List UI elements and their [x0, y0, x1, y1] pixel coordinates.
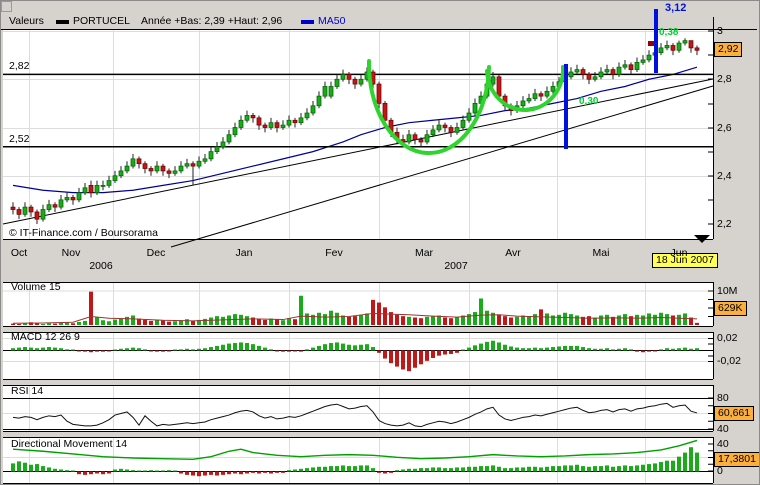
year-range-text: Année +Bas: 2,39 +Haut: 2,96: [141, 15, 283, 27]
measured-move-label-2: 0,30: [579, 96, 599, 107]
chart-canvas[interactable]: [1, 1, 759, 484]
last-price-marker: [648, 41, 654, 46]
volume-axis-label: 10M: [717, 285, 738, 297]
support-level-label: 2,52: [9, 133, 30, 145]
series-name: PORTUCEL: [73, 15, 130, 27]
dm-axis-label: 0: [717, 465, 723, 477]
ma50-label: MA50: [318, 15, 346, 27]
resistance-level-label: 2,82: [9, 60, 30, 72]
ma50-swatch-icon: [301, 20, 314, 24]
macd-axis-label: 0,02: [717, 332, 738, 344]
volume-badge: 629K: [714, 301, 747, 316]
y-axis-price-label: 2,4: [717, 170, 732, 182]
target-price-label: 3,12: [665, 2, 687, 14]
x-axis-month-label: Oct: [10, 247, 28, 259]
x-axis-month-label: Mai: [592, 247, 610, 259]
y-axis-price-label: 2,2: [717, 218, 732, 230]
x-axis-month-label: Mar: [414, 247, 434, 259]
rsi-panel-title: RSI 14: [11, 385, 44, 397]
x-axis-month-label: Fev: [325, 247, 343, 259]
price-series-swatch-icon: [56, 20, 69, 24]
volume-panel-title: Volume 15: [11, 281, 61, 293]
x-axis-month-label: Jan: [235, 247, 253, 259]
x-axis-year-label: 2006: [89, 260, 113, 272]
x-axis-month-label: Nov: [61, 247, 81, 259]
y-axis-price-label: 2,8: [717, 73, 732, 85]
stock-chart-widget: Valeurs PORTUCEL Année +Bas: 2,39 +Haut:…: [0, 0, 760, 485]
dm-axis-label: 40: [717, 438, 729, 450]
rsi-badge: 60,661: [714, 406, 755, 421]
rsi-axis-label: 80: [717, 392, 729, 404]
macd-axis-label: -0,02: [717, 355, 741, 367]
macd-panel-title: MACD 12 26 9: [11, 331, 80, 343]
dm-panel-title: Directional Movement 14: [11, 438, 128, 450]
copyright-text: © IT-Finance.com / Boursorama: [9, 227, 158, 239]
x-axis-month-label: Avr: [505, 247, 521, 259]
x-axis-month-label: Dec: [146, 247, 166, 259]
rsi-axis-label: 40: [717, 423, 729, 435]
x-axis-month-label: Jun: [670, 247, 688, 259]
legend-values-label: Valeurs: [9, 15, 44, 27]
y-axis-price-label: 2,6: [717, 122, 732, 134]
y-axis-price-label: 3: [717, 25, 723, 37]
chart-svg: [1, 9, 757, 484]
measured-move-label-1: 0,38: [659, 27, 679, 38]
last-price-badge: 2,92: [714, 42, 743, 57]
x-axis-year-label: 2007: [444, 260, 468, 272]
